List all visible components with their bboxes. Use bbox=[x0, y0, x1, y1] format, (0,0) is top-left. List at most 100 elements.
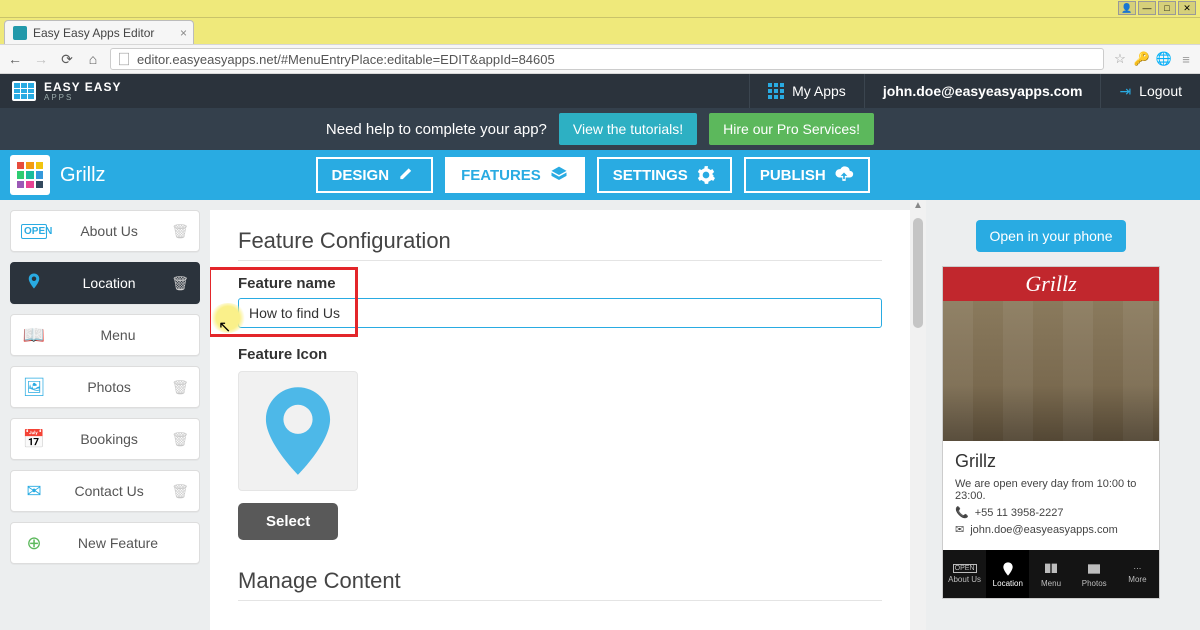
url-bar[interactable]: editor.easyeasyapps.net/#MenuEntryPlace:… bbox=[110, 48, 1104, 70]
tab-publish-label: PUBLISH bbox=[760, 167, 826, 184]
nav-logout-label: Logout bbox=[1139, 83, 1182, 99]
sidebar-item-photos[interactable]: 🖼 Photos 🗑 bbox=[10, 366, 200, 408]
scrollbar[interactable]: ▲ bbox=[910, 200, 926, 630]
gear-icon bbox=[696, 165, 716, 185]
window-close[interactable]: ✕ bbox=[1178, 1, 1196, 15]
app-icon[interactable] bbox=[10, 155, 50, 195]
browser-tab[interactable]: Easy Easy Apps Editor × bbox=[4, 20, 194, 44]
forward-icon: → bbox=[32, 50, 50, 68]
tab-publish[interactable]: PUBLISH bbox=[744, 157, 870, 193]
phone-email-row: ✉ john.doe@easyeasyapps.com bbox=[955, 523, 1147, 536]
phone-tab-more[interactable]: ⋯More bbox=[1116, 550, 1159, 598]
star-icon[interactable]: ☆ bbox=[1112, 51, 1128, 67]
open-sign-icon: OPEN bbox=[21, 224, 47, 239]
url-text: editor.easyeasyapps.net/#MenuEntryPlace:… bbox=[137, 52, 555, 67]
location-pin-icon bbox=[263, 386, 333, 476]
globe-icon[interactable]: 🌐 bbox=[1156, 51, 1172, 67]
sidebar-item-bookings[interactable]: 📅 Bookings 🗑 bbox=[10, 418, 200, 460]
help-prompt: Need help to complete your app? bbox=[326, 121, 547, 138]
plus-circle-icon: ⊕ bbox=[21, 533, 47, 554]
phone-icon: 📞 bbox=[955, 506, 969, 519]
feature-name-input[interactable] bbox=[238, 298, 882, 328]
trash-icon[interactable]: 🗑 bbox=[171, 379, 189, 396]
tab-design[interactable]: DESIGN bbox=[316, 157, 434, 193]
location-pin-icon bbox=[21, 270, 47, 297]
tab-features-label: FEATURES bbox=[461, 167, 541, 184]
book-icon: 📖 bbox=[21, 325, 47, 346]
feature-name-label: Feature name bbox=[238, 275, 882, 292]
phone-tab-label: Location bbox=[993, 579, 1023, 588]
cloud-upload-icon bbox=[834, 165, 854, 185]
trash-icon[interactable]: 🗑 bbox=[171, 275, 189, 292]
sidebar-item-label: New Feature bbox=[47, 535, 189, 551]
key-icon[interactable]: 🔑 bbox=[1134, 51, 1150, 67]
nav-logout[interactable]: ⇥ Logout bbox=[1101, 74, 1200, 108]
phone-hero-title: Grillz bbox=[943, 267, 1159, 301]
sidebar-item-label: Menu bbox=[47, 327, 189, 343]
tab-features[interactable]: FEATURES bbox=[445, 157, 585, 193]
mail-icon: ✉ bbox=[955, 523, 964, 536]
phone-body-title: Grillz bbox=[955, 451, 1147, 472]
brand-logo-icon bbox=[12, 81, 36, 101]
reload-icon[interactable]: ⟳ bbox=[58, 50, 76, 68]
trash-icon[interactable]: 🗑 bbox=[171, 431, 189, 448]
image-icon bbox=[1086, 561, 1102, 577]
phone-hero-image bbox=[943, 301, 1159, 441]
nav-user[interactable]: john.doe@easyeasyapps.com bbox=[865, 74, 1101, 108]
trash-icon[interactable]: 🗑 bbox=[171, 483, 189, 500]
phone-tab-location[interactable]: Location bbox=[986, 550, 1029, 598]
sidebar-item-label: Contact Us bbox=[47, 483, 171, 499]
phone-number: +55 11 3958-2227 bbox=[975, 507, 1064, 519]
sidebar-item-menu[interactable]: 📖 Menu bbox=[10, 314, 200, 356]
trash-icon[interactable]: 🗑 bbox=[171, 223, 189, 240]
manage-content-heading: Manage Content bbox=[238, 568, 882, 601]
phone-preview: Grillz Grillz We are open every day from… bbox=[942, 266, 1160, 599]
nav-my-apps[interactable]: My Apps bbox=[750, 74, 864, 108]
window-maximize[interactable]: □ bbox=[1158, 1, 1176, 15]
sidebar-item-contact-us[interactable]: ✉ Contact Us 🗑 bbox=[10, 470, 200, 512]
cursor-icon: ↖ bbox=[218, 317, 231, 337]
scroll-thumb[interactable] bbox=[913, 218, 923, 328]
pro-services-button[interactable]: Hire our Pro Services! bbox=[709, 113, 874, 145]
phone-phone-row: 📞 +55 11 3958-2227 bbox=[955, 506, 1147, 519]
open-sign-icon: OPEN bbox=[953, 564, 977, 573]
book-icon bbox=[1043, 561, 1059, 577]
select-button[interactable]: Select bbox=[238, 503, 338, 540]
sidebar-item-about-us[interactable]: OPEN About Us 🗑 bbox=[10, 210, 200, 252]
more-icon: ⋯ bbox=[1133, 564, 1141, 573]
tab-close-icon[interactable]: × bbox=[180, 26, 187, 40]
phone-email: john.doe@easyeasyapps.com bbox=[970, 524, 1118, 536]
sidebar-item-label: Bookings bbox=[47, 431, 171, 447]
brand-line2: APPS bbox=[44, 93, 121, 102]
open-in-phone-button[interactable]: Open in your phone bbox=[976, 220, 1127, 252]
page-title: Feature Configuration bbox=[238, 228, 882, 261]
menu-icon[interactable]: ≡ bbox=[1178, 51, 1194, 67]
brand-logo[interactable]: EASY EASY APPS bbox=[12, 81, 121, 102]
tab-settings[interactable]: SETTINGS bbox=[597, 157, 732, 193]
calendar-icon: 📅 bbox=[21, 429, 47, 450]
scroll-up-icon[interactable]: ▲ bbox=[913, 200, 923, 216]
mail-icon: ✉ bbox=[21, 481, 47, 502]
sidebar-item-location[interactable]: Location 🗑 bbox=[10, 262, 200, 304]
window-user-icon[interactable]: 👤 bbox=[1118, 1, 1136, 15]
tab-settings-label: SETTINGS bbox=[613, 167, 688, 184]
logout-icon: ⇥ bbox=[1119, 83, 1131, 100]
sidebar-new-feature[interactable]: ⊕ New Feature bbox=[10, 522, 200, 564]
phone-tab-menu[interactable]: Menu bbox=[1029, 550, 1072, 598]
phone-tab-label: Photos bbox=[1082, 579, 1107, 588]
brush-icon bbox=[397, 165, 417, 185]
feature-icon-preview bbox=[238, 371, 358, 491]
home-icon[interactable]: ⌂ bbox=[84, 50, 102, 68]
phone-tab-about[interactable]: OPENAbout Us bbox=[943, 550, 986, 598]
tab-favicon bbox=[13, 26, 27, 40]
brand-line1: EASY EASY bbox=[44, 81, 121, 93]
window-minimize[interactable]: — bbox=[1138, 1, 1156, 15]
back-icon[interactable]: ← bbox=[6, 50, 24, 68]
image-icon: 🖼 bbox=[21, 377, 47, 398]
app-name: Grillz bbox=[60, 164, 106, 187]
tag-icon bbox=[549, 165, 569, 185]
tutorials-button[interactable]: View the tutorials! bbox=[559, 113, 697, 145]
phone-tab-photos[interactable]: Photos bbox=[1073, 550, 1116, 598]
apps-grid-icon bbox=[768, 83, 784, 99]
sidebar-item-label: Location bbox=[47, 275, 171, 291]
